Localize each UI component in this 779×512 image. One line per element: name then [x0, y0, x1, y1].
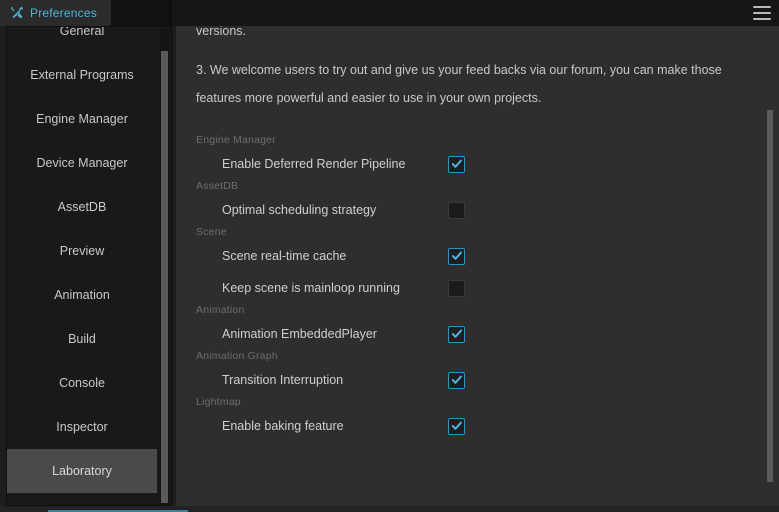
window-body: General External Programs Engine Manager… — [0, 26, 779, 512]
laboratory-panel: versions. 3. We welcome users to try out… — [176, 26, 751, 442]
sidebar-item-engine-manager[interactable]: Engine Manager — [7, 97, 157, 141]
sidebar-item-inspector[interactable]: Inspector — [7, 405, 157, 449]
check-icon — [451, 159, 462, 168]
checkbox-animation-embeddedplayer[interactable] — [448, 325, 465, 343]
group-scene: Scene Scene real-time cache Keep scene i… — [196, 226, 731, 304]
setting-label-scene-real-time-cache: Scene real-time cache — [222, 249, 347, 263]
tabbar-filler — [171, 0, 779, 26]
sidebar-item-build[interactable]: Build — [7, 317, 157, 361]
group-assetdb: AssetDB Optimal scheduling strategy — [196, 180, 731, 226]
tab-placeholder[interactable] — [111, 0, 172, 26]
group-title-animation-graph: Animation Graph — [196, 350, 278, 362]
sidebar-item-external-programs[interactable]: External Programs — [7, 53, 157, 97]
sidebar-item-preview[interactable]: Preview — [7, 229, 157, 273]
intro-paragraph: 3. We welcome users to try out and give … — [196, 63, 722, 105]
checkbox-scene-real-time-cache[interactable] — [448, 247, 465, 265]
setting-row-optimal-scheduling-strategy: Optimal scheduling strategy — [196, 194, 731, 226]
sidebar-item-general[interactable]: General — [7, 27, 157, 53]
setting-row-scene-real-time-cache: Scene real-time cache — [196, 240, 731, 272]
content-scrollbar[interactable] — [766, 26, 775, 512]
group-title-assetdb: AssetDB — [196, 180, 239, 192]
preferences-content: versions. 3. We welcome users to try out… — [176, 26, 779, 512]
checkbox-keep-scene-is-mainloop-running[interactable] — [448, 279, 465, 297]
group-animation: Animation Animation EmbeddedPlayer — [196, 304, 731, 350]
settings-groups: Engine Manager Enable Deferred Render Pi… — [196, 134, 731, 442]
setting-label-animation-embeddedplayer: Animation EmbeddedPlayer — [222, 327, 377, 341]
tab-preferences[interactable]: Preferences — [0, 0, 112, 26]
tab-preferences-label: Preferences — [30, 6, 97, 20]
checkbox-optimal-scheduling-strategy[interactable] — [448, 201, 465, 219]
check-icon — [451, 421, 462, 430]
setting-row-enable-baking-feature: Enable baking feature — [196, 410, 731, 442]
sidebar-item-device-manager[interactable]: Device Manager — [7, 141, 157, 185]
group-title-scene: Scene — [196, 226, 227, 238]
group-title-animation: Animation — [196, 304, 245, 316]
preferences-sidebar: General External Programs Engine Manager… — [6, 26, 172, 506]
intro-clipped-line: versions. — [196, 26, 247, 38]
sidebar-item-assetdb[interactable]: AssetDB — [7, 185, 157, 229]
group-animation-graph: Animation Graph Transition Interruption — [196, 350, 731, 396]
group-title-lightmap: Lightmap — [196, 396, 241, 408]
content-scrollbar-thumb[interactable] — [767, 110, 773, 482]
setting-row-enable-deferred-render-pipeline: Enable Deferred Render Pipeline — [196, 148, 731, 180]
checkbox-enable-baking-feature[interactable] — [448, 417, 465, 435]
group-lightmap: Lightmap Enable baking feature — [196, 396, 731, 442]
setting-row-transition-interruption: Transition Interruption — [196, 364, 731, 396]
group-title-engine-manager: Engine Manager — [196, 134, 276, 146]
sidebar-item-list: General External Programs Engine Manager… — [7, 27, 157, 493]
check-icon — [451, 251, 462, 260]
sidebar-scrollbar-thumb[interactable] — [161, 51, 168, 503]
setting-label-transition-interruption: Transition Interruption — [222, 373, 344, 387]
window-tabbar: Preferences — [0, 0, 779, 26]
group-engine-manager: Engine Manager Enable Deferred Render Pi… — [196, 134, 731, 180]
check-icon — [451, 375, 462, 384]
check-icon — [451, 329, 462, 338]
preferences-window: Preferences General External Programs En… — [0, 0, 779, 512]
checkbox-enable-deferred-render-pipeline[interactable] — [448, 155, 465, 173]
sidebar-item-console[interactable]: Console — [7, 361, 157, 405]
setting-label-keep-scene-is-mainloop-running: Keep scene is mainloop running — [222, 281, 400, 295]
setting-row-keep-scene-is-mainloop-running: Keep scene is mainloop running — [196, 272, 731, 304]
checkbox-transition-interruption[interactable] — [448, 371, 465, 389]
sidebar-scrollbar[interactable] — [160, 29, 169, 505]
tools-wrench-icon — [10, 6, 23, 19]
setting-row-animation-embeddedplayer: Animation EmbeddedPlayer — [196, 318, 731, 350]
sidebar-item-laboratory[interactable]: Laboratory — [7, 449, 157, 493]
setting-label-optimal-scheduling-strategy: Optimal scheduling strategy — [222, 203, 377, 217]
sidebar-item-animation[interactable]: Animation — [7, 273, 157, 317]
setting-label-enable-baking-feature: Enable baking feature — [222, 419, 344, 433]
hamburger-menu-icon[interactable] — [753, 6, 771, 20]
setting-label-enable-deferred-render-pipeline: Enable Deferred Render Pipeline — [222, 157, 406, 171]
